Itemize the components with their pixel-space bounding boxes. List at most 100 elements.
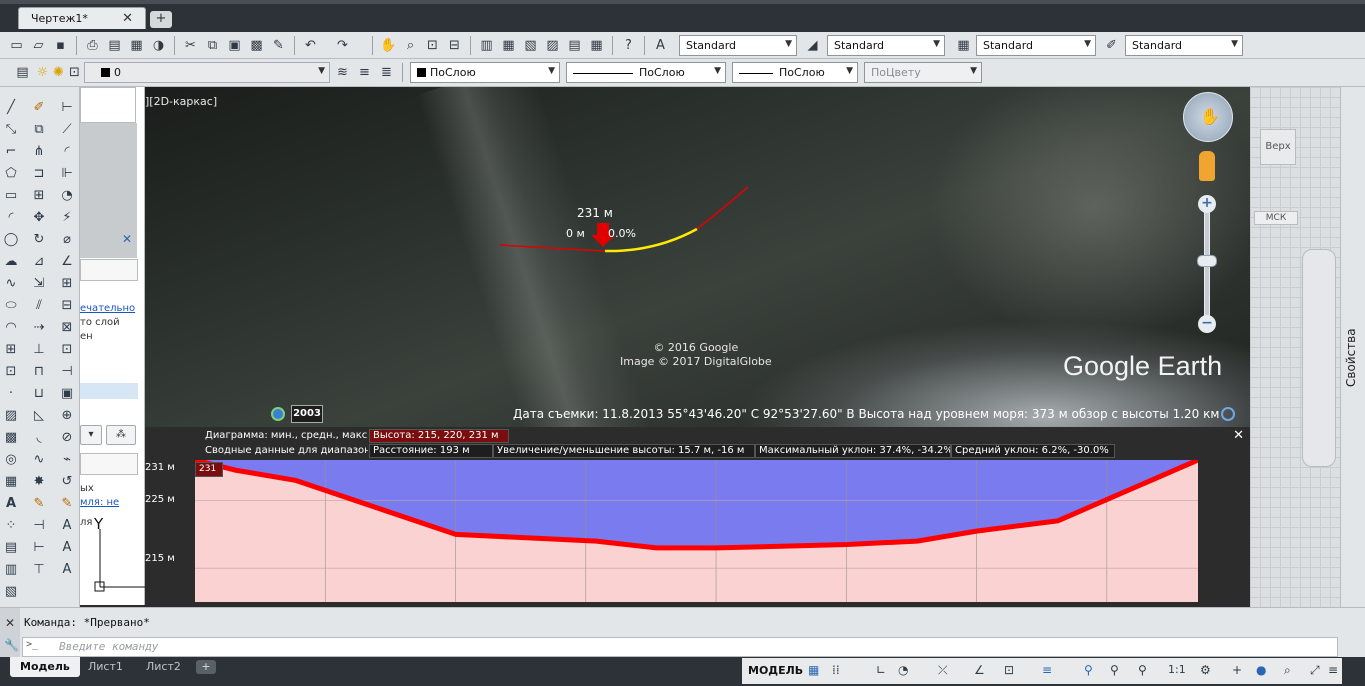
dim-angular-icon[interactable]: ∠ — [58, 253, 76, 271]
point-icon[interactable]: · — [2, 385, 20, 403]
layer-previous-icon[interactable]: ≡ — [356, 64, 373, 81]
undo-icon[interactable]: ↶ — [302, 37, 319, 54]
navigation-bar[interactable] — [1302, 249, 1336, 467]
new-tab-button[interactable]: + — [150, 11, 172, 28]
sheet-set-icon[interactable]: ▨ — [544, 37, 561, 54]
layer-states-icon[interactable]: ≣ — [378, 64, 395, 81]
rotate-icon[interactable]: ↻ — [30, 231, 48, 249]
blend-icon[interactable]: ∿ — [30, 451, 48, 469]
close-command-icon[interactable]: ✕ — [5, 616, 15, 630]
help-icon[interactable]: ? — [620, 37, 637, 54]
cut-icon[interactable]: ✂ — [182, 37, 199, 54]
mtext-icon[interactable]: A — [2, 495, 20, 513]
customize-menu-icon[interactable]: ≡ — [1328, 663, 1338, 677]
text-align-icon[interactable]: A — [58, 539, 76, 557]
pencil-icon[interactable]: ✎ — [58, 495, 76, 513]
elevation-chart[interactable] — [195, 460, 1198, 602]
bulb-icon[interactable]: ☼ — [34, 64, 51, 81]
layer-tool-icon[interactable]: ▤ — [2, 539, 20, 557]
new-icon[interactable]: ▭ — [8, 37, 25, 54]
offset-icon[interactable]: ⊐ — [30, 165, 48, 183]
construction-line-icon[interactable]: ⤡ — [2, 121, 20, 139]
open-icon[interactable]: ▱ — [30, 37, 47, 54]
break-icon[interactable]: ⊓ — [30, 363, 48, 381]
make-block-icon[interactable]: ⊡ — [2, 363, 20, 381]
dim-space-icon[interactable]: ⊡ — [58, 341, 76, 359]
annotation-scale-value[interactable]: 1:1 — [1168, 663, 1186, 676]
zoom-out-icon[interactable]: − — [1198, 315, 1216, 333]
arc-icon[interactable]: ◜ — [2, 209, 20, 227]
dim-update-icon[interactable]: ↺ — [58, 473, 76, 491]
copy-icon[interactable]: ⧉ — [204, 37, 221, 54]
join-icon[interactable]: ⊔ — [30, 385, 48, 403]
text-edit-icon[interactable]: A — [58, 517, 76, 535]
auto-scale-icon[interactable]: ⚲ — [1110, 663, 1119, 677]
tolerance-icon[interactable]: ▣ — [58, 385, 76, 403]
rectangle-icon[interactable]: ▭ — [2, 187, 20, 205]
redo-icon[interactable]: ↷ — [334, 37, 351, 54]
layer-tool2-icon[interactable]: ▥ — [2, 561, 20, 579]
dim-radius-icon[interactable]: ◔ — [58, 187, 76, 205]
polar-icon[interactable]: ◔ — [898, 663, 908, 677]
save-icon[interactable]: ▪ — [52, 37, 69, 54]
line-icon[interactable]: ╱ — [2, 99, 20, 117]
customize-wrench-icon[interactable]: 🔧 — [4, 638, 19, 652]
close-profile-icon[interactable]: ✕ — [1233, 428, 1244, 443]
zoom-realtime-icon[interactable]: ⌕ — [402, 37, 419, 54]
palette-link-1[interactable]: ечательно — [80, 303, 135, 314]
pegman-icon[interactable] — [1199, 151, 1215, 181]
stretch-icon[interactable]: ⇲ — [30, 275, 48, 293]
publish-icon[interactable]: ▦ — [128, 37, 145, 54]
mleader-style-select[interactable]: Standard ▼ — [1125, 35, 1243, 56]
linetype-select[interactable]: ПоСлою ▼ — [566, 62, 726, 83]
insert-block-icon[interactable]: ⊞ — [2, 341, 20, 359]
3d-print-icon[interactable]: ◑ — [150, 37, 167, 54]
ellipse-icon[interactable]: ⬭ — [2, 297, 20, 315]
dim-ordinate-icon[interactable]: ⊩ — [58, 165, 76, 183]
extend-icon[interactable]: ⇢ — [30, 319, 48, 337]
lineweight-icon[interactable]: ≡ — [1042, 663, 1052, 677]
mirror-icon[interactable]: ⋔ — [30, 143, 48, 161]
palette-mini-button[interactable]: ▾ — [80, 425, 102, 445]
dim-continue-icon[interactable]: ⊠ — [58, 319, 76, 337]
add-layout-button[interactable]: + — [196, 660, 216, 674]
markup-icon[interactable]: ▤ — [566, 37, 583, 54]
polygon-icon[interactable]: ⬠ — [2, 165, 20, 183]
text-style-select[interactable]: Standard ▼ — [679, 35, 797, 56]
palette-close-icon[interactable]: ✕ — [122, 232, 132, 246]
palette-options-icon[interactable]: ⁂ — [106, 425, 136, 445]
dim-diameter-icon[interactable]: ⌀ — [58, 231, 76, 249]
erase-icon[interactable]: ✐ — [30, 99, 48, 117]
edit-poly-icon[interactable]: ✎ — [30, 495, 48, 513]
osnap-icon[interactable]: ⊡ — [1004, 663, 1014, 677]
gradient-icon[interactable]: ▩ — [2, 429, 20, 447]
viewcube[interactable]: Верх — [1260, 129, 1296, 165]
dim-linear-icon[interactable]: ⊢ — [58, 99, 76, 117]
command-input[interactable]: Введите команду — [22, 637, 1338, 657]
lineweight-select[interactable]: ПоСлою ▼ — [732, 62, 858, 83]
dim-tedit-icon[interactable]: ⊤ — [30, 561, 48, 579]
make-current-icon[interactable]: ≋ — [334, 64, 351, 81]
grid-icon[interactable]: ▦ — [808, 663, 819, 677]
ellipse-arc-icon[interactable]: ◠ — [2, 319, 20, 337]
move-icon[interactable]: ✥ — [30, 209, 48, 227]
circle-icon[interactable]: ◯ — [2, 231, 20, 249]
zoom-slider-knob[interactable] — [1197, 255, 1217, 267]
hatch-icon[interactable]: ▨ — [2, 407, 20, 425]
scale-icon[interactable]: ⊿ — [30, 253, 48, 271]
layer-manager-icon[interactable]: ▤ — [14, 64, 31, 81]
text-tool-icon[interactable]: A — [58, 561, 76, 579]
calculator-icon[interactable]: ▦ — [588, 37, 605, 54]
tool-palettes-icon[interactable]: ▧ — [522, 37, 539, 54]
dim-linear2-icon[interactable]: ⊣ — [30, 517, 48, 535]
pan-icon[interactable]: ✋ — [380, 37, 397, 54]
tab-layout2[interactable]: Лист2 — [136, 657, 191, 677]
hardware-accel-icon[interactable]: ⌕ — [1284, 663, 1291, 678]
dim-arc-icon[interactable]: ◜ — [58, 143, 76, 161]
historical-imagery-icon[interactable] — [271, 407, 285, 421]
region-icon[interactable]: ◎ — [2, 451, 20, 469]
dim-jogged-icon[interactable]: ⚡ — [58, 209, 76, 227]
table-style-select[interactable]: Standard ▼ — [976, 35, 1096, 56]
table-icon[interactable]: ▦ — [2, 473, 20, 491]
palette-selected-row[interactable] — [80, 383, 138, 399]
